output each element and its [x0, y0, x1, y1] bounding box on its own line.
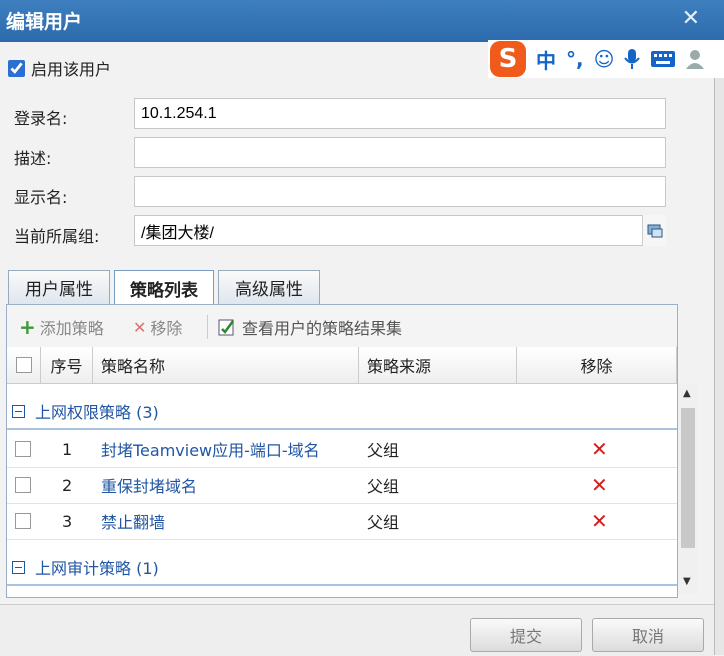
policy-panel: + 添加策略 ✕ 移除 查看用户的策略结果集 序号 策略名称 策略来源 移除 上…	[6, 304, 678, 598]
current-group-input[interactable]	[134, 215, 666, 246]
tab-advanced-properties[interactable]: 高级属性	[218, 270, 320, 304]
remove-policy-label: 移除	[150, 319, 183, 338]
select-all-checkbox[interactable]	[15, 357, 32, 373]
col-header-policy-source[interactable]: 策略来源	[359, 347, 517, 383]
col-header-remove[interactable]: 移除	[517, 347, 677, 383]
policy-name-link[interactable]: 封堵Teamview应用-端口-域名	[101, 431, 320, 467]
policy-name-link[interactable]: 禁止翻墙	[101, 503, 165, 539]
user-icon[interactable]	[686, 49, 705, 69]
table-row[interactable]: 2 重保封堵域名 父组 ✕	[7, 467, 677, 504]
delete-icon[interactable]: ✕	[591, 431, 608, 467]
keyboard-icon[interactable]	[650, 50, 676, 68]
close-icon[interactable]: ✕	[682, 6, 700, 31]
dialog-titlebar: 编辑用户 ✕	[0, 0, 724, 42]
scroll-down-icon[interactable]: ▼	[683, 576, 691, 587]
ime-toolbar: S 中 °, ☺	[488, 40, 724, 78]
dialog-title: 编辑用户	[6, 11, 83, 33]
add-policy-label: 添加策略	[39, 319, 104, 338]
enable-user-checkbox[interactable]: 启用该用户	[6, 56, 111, 80]
emoji-icon[interactable]: ☺	[594, 47, 615, 71]
delete-icon[interactable]: ✕	[591, 503, 608, 539]
add-icon: +	[19, 315, 36, 339]
group-header-access-policy[interactable]: 上网权限策略 (3)	[7, 394, 677, 430]
current-group-label: 当前所属组:	[14, 227, 100, 246]
policy-toolbar: + 添加策略 ✕ 移除 查看用户的策略结果集	[7, 305, 677, 348]
enable-user-label: 启用该用户	[31, 60, 112, 79]
background-window-edge	[714, 42, 724, 655]
login-name-label: 登录名:	[14, 109, 68, 128]
row-index: 2	[62, 475, 73, 495]
col-header-policy-name[interactable]: 策略名称	[93, 347, 359, 383]
scrollbar-thumb[interactable]	[681, 408, 695, 548]
description-label: 描述:	[14, 149, 52, 168]
ime-punct-icon[interactable]: °,	[566, 47, 584, 71]
enable-user-check[interactable]	[8, 59, 25, 77]
result-set-icon	[218, 319, 235, 336]
row-index: 3	[62, 511, 73, 531]
policy-name-link[interactable]: 重保封堵域名	[101, 467, 197, 503]
group-header-audit-policy[interactable]: 上网审计策略 (1)	[7, 550, 677, 586]
policy-source: 父组	[367, 441, 400, 460]
display-name-label: 显示名:	[14, 188, 68, 207]
remove-policy-button[interactable]: ✕ 移除	[133, 315, 182, 339]
delete-icon[interactable]: ✕	[591, 467, 608, 503]
description-input[interactable]	[134, 137, 666, 168]
submit-button[interactable]: 提交	[470, 618, 582, 652]
table-row[interactable]: 1 封堵Teamview应用-端口-域名 父组 ✕	[7, 431, 677, 468]
dialog-footer: 提交 取消	[0, 604, 714, 656]
tab-policy-list[interactable]: 策略列表	[114, 270, 214, 306]
collapse-icon[interactable]	[12, 560, 25, 574]
view-policy-results-label: 查看用户的策略结果集	[242, 319, 403, 338]
grid-header: 序号 策略名称 策略来源 移除	[7, 347, 677, 384]
policy-source: 父组	[367, 513, 400, 532]
select-group-button[interactable]	[642, 215, 666, 246]
display-name-input[interactable]	[134, 176, 666, 207]
collapse-icon[interactable]	[12, 404, 25, 418]
select-all-checkbox-cell[interactable]	[7, 347, 41, 383]
cancel-button[interactable]: 取消	[592, 618, 704, 652]
group-title: 上网权限策略 (3)	[35, 403, 159, 422]
row-checkbox[interactable]	[15, 513, 31, 529]
ime-mode-icon[interactable]: 中	[536, 45, 556, 74]
microphone-icon[interactable]	[624, 48, 641, 70]
group-title: 上网审计策略 (1)	[35, 559, 159, 578]
scroll-up-icon[interactable]: ▲	[683, 388, 691, 399]
table-row[interactable]: 3 禁止翻墙 父组 ✕	[7, 503, 677, 540]
remove-icon: ✕	[133, 317, 147, 337]
add-policy-button[interactable]: + 添加策略	[19, 315, 104, 339]
col-header-index[interactable]: 序号	[41, 347, 93, 383]
row-index: 1	[62, 439, 73, 459]
row-checkbox[interactable]	[15, 477, 31, 493]
policy-source: 父组	[367, 477, 400, 496]
sogou-logo-icon[interactable]: S	[490, 41, 526, 77]
grid-scrollbar[interactable]: ▲ ▼	[678, 384, 698, 594]
row-checkbox[interactable]	[15, 441, 31, 457]
login-name-input[interactable]	[134, 98, 666, 129]
browse-group-icon	[647, 224, 662, 237]
tab-user-properties[interactable]: 用户属性	[8, 270, 110, 304]
view-policy-results-button[interactable]: 查看用户的策略结果集	[207, 315, 402, 339]
